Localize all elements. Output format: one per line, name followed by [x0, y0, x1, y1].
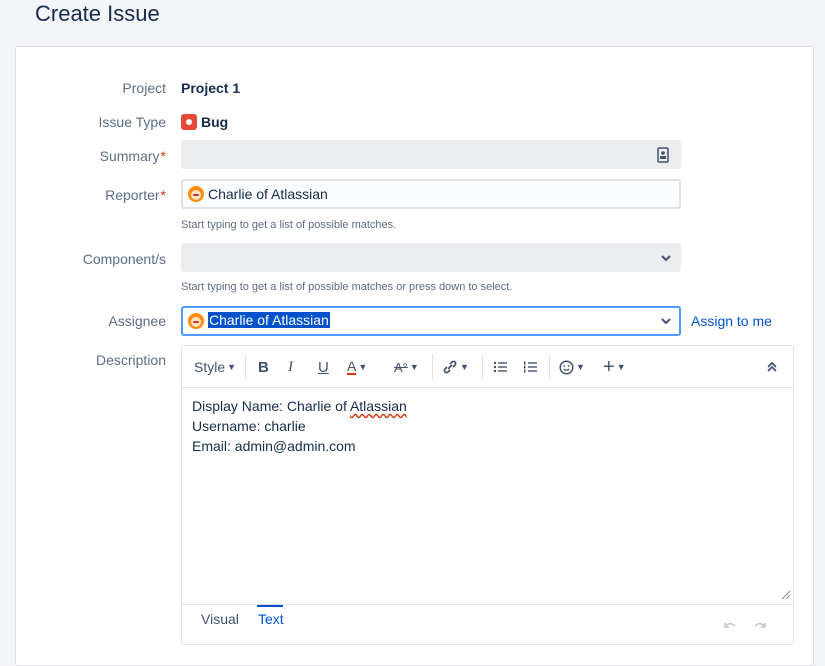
chevron-down-icon: ▼	[616, 362, 626, 372]
chevron-down-icon: ▼	[358, 362, 368, 372]
page-title: Create Issue	[35, 1, 160, 26]
avatar-icon	[188, 186, 204, 202]
link-button[interactable]: ▼	[442, 356, 469, 378]
numbered-list-icon[interactable]	[523, 356, 537, 378]
summary-label-text: Summary	[99, 148, 160, 164]
chevron-down-icon	[661, 318, 671, 325]
link-icon	[443, 360, 457, 374]
description-editor: Style ▼ B I U A ▼ A° ▼ ▼ ▼ + ▼ Display Name…	[181, 345, 794, 645]
avatar-icon	[188, 313, 204, 329]
editor-toolbar: Style ▼ B I U A ▼ A° ▼ ▼ ▼ + ▼	[182, 346, 793, 388]
required-mark: *	[160, 187, 166, 203]
description-line: Display Name: Charlie of Atlassian	[192, 396, 783, 416]
assignee-select[interactable]: Charlie of Atlassian	[181, 306, 681, 336]
misspelled-word: Atlassian	[349, 398, 407, 414]
chevron-down-icon: ▼	[576, 362, 585, 372]
insert-button[interactable]: + ▼	[603, 356, 626, 378]
emoji-button[interactable]: ▼	[559, 356, 585, 378]
assignee-label: Assignee	[108, 313, 166, 329]
toolbar-divider	[432, 354, 433, 380]
bold-icon[interactable]: B	[258, 356, 269, 378]
bullet-list-icon[interactable]	[493, 356, 507, 378]
components-label: Component/s	[82, 251, 166, 267]
issue-type-label: Issue Type	[98, 114, 166, 130]
reporter-value: Charlie of Atlassian	[208, 186, 328, 202]
plus-icon: +	[603, 356, 615, 378]
italic-icon[interactable]: I	[288, 356, 293, 378]
tab-visual[interactable]: Visual	[201, 611, 239, 627]
toolbar-divider	[549, 354, 550, 380]
summary-label: Summary*	[100, 148, 166, 164]
reporter-label: Reporter*	[105, 187, 166, 203]
editor-mode-tabs: Visual Text	[182, 604, 793, 645]
project-value: Project 1	[181, 80, 241, 96]
text-color-icon: A	[347, 358, 357, 375]
text-color-button[interactable]: A ▼	[347, 356, 367, 378]
underline-icon[interactable]: U	[318, 356, 329, 378]
chevron-down-icon: ▼	[460, 362, 469, 372]
undo-icon[interactable]	[722, 619, 738, 631]
reporter-input[interactable]: Charlie of Atlassian	[181, 179, 681, 209]
description-label: Description	[95, 352, 166, 368]
bug-icon	[181, 114, 197, 130]
components-hint: Start typing to get a list of possible m…	[181, 281, 513, 293]
reporter-label-text: Reporter	[105, 187, 160, 203]
style-dropdown[interactable]: Style ▼	[194, 356, 236, 378]
toolbar-divider	[482, 354, 483, 380]
issue-type-text: Bug	[201, 114, 229, 130]
toolbar-divider	[245, 354, 246, 380]
collapse-toolbar-icon[interactable]	[766, 356, 778, 378]
issue-type-value: Bug	[181, 114, 228, 130]
project-label: Project	[122, 80, 166, 96]
components-select[interactable]	[181, 243, 681, 272]
description-line: Email: admin@admin.com	[192, 438, 356, 454]
summary-input[interactable]	[181, 140, 681, 169]
chevron-down-icon	[661, 255, 671, 262]
assign-to-me-link[interactable]: Assign to me	[691, 313, 772, 329]
description-textarea[interactable]: Display Name: Charlie of Atlassian Usern…	[182, 388, 793, 604]
tab-text[interactable]: Text	[257, 605, 284, 627]
reporter-hint: Start typing to get a list of possible m…	[181, 219, 397, 231]
more-formatting-icon: A°	[394, 359, 408, 375]
required-mark: *	[160, 148, 166, 164]
more-formatting-button[interactable]: A° ▼	[394, 356, 419, 378]
emoji-icon	[559, 359, 574, 375]
chevron-down-icon: ▼	[227, 362, 237, 372]
chevron-down-icon: ▼	[409, 362, 419, 372]
description-line: Username: charlie	[192, 418, 306, 434]
assignee-value: Charlie of Atlassian	[208, 312, 330, 328]
resize-handle-icon[interactable]	[779, 588, 791, 600]
contact-card-icon[interactable]	[657, 147, 669, 163]
redo-icon[interactable]	[752, 619, 768, 631]
style-label: Style	[194, 359, 226, 375]
display-name-text: Display Name: Charlie of	[192, 398, 350, 414]
